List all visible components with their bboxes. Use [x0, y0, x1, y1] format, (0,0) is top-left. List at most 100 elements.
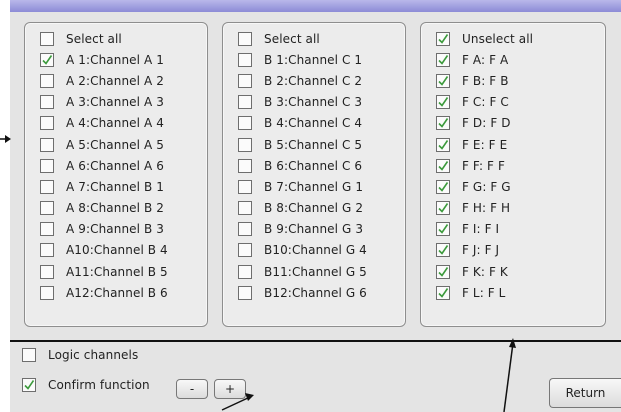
checkbox-row[interactable]: F B: F B	[421, 70, 605, 91]
checkbox-row[interactable]: F J: F J	[421, 240, 605, 261]
checkbox-row[interactable]: F C: F C	[421, 92, 605, 113]
logic-channels-checkbox[interactable]	[22, 348, 36, 362]
channel-checkbox[interactable]	[436, 52, 450, 67]
channel-checkbox[interactable]	[238, 179, 252, 194]
channel-checkbox[interactable]	[238, 95, 252, 110]
checkbox-row[interactable]: B 5:Channel C 5	[223, 134, 405, 155]
channel-label: F F: F F	[462, 158, 505, 173]
checkbox-row[interactable]: A12:Channel B 6	[25, 282, 207, 303]
checkbox-row[interactable]: F A: F A	[421, 49, 605, 70]
checkbox-row[interactable]: A 9:Channel B 3	[25, 219, 207, 240]
select-all-checkbox[interactable]	[436, 31, 450, 46]
title-bar	[10, 0, 621, 12]
channel-checkbox[interactable]	[238, 222, 252, 237]
channel-checkbox[interactable]	[40, 264, 54, 279]
channel-checkbox[interactable]	[238, 73, 252, 88]
channel-checkbox[interactable]	[238, 116, 252, 131]
channel-checkbox[interactable]	[436, 73, 450, 88]
checkbox-row[interactable]: F L: F L	[421, 282, 605, 303]
select-all-checkbox[interactable]	[238, 31, 252, 46]
channel-checkbox[interactable]	[40, 243, 54, 258]
channel-checkbox[interactable]	[238, 243, 252, 258]
channel-checkbox[interactable]	[40, 116, 54, 131]
channel-label: B 4:Channel C 4	[264, 116, 363, 131]
select-all-checkbox[interactable]	[40, 31, 54, 46]
checkbox-row[interactable]: F D: F D	[421, 113, 605, 134]
checkbox-row[interactable]: B 6:Channel C 6	[223, 155, 405, 176]
channel-checkbox[interactable]	[40, 201, 54, 216]
channel-checkbox[interactable]	[436, 137, 450, 152]
channel-label: F H: F H	[462, 201, 511, 216]
checkbox-row[interactable]: B11:Channel G 5	[223, 261, 405, 282]
checkbox-row[interactable]: B 7:Channel G 1	[223, 176, 405, 197]
channel-checkbox[interactable]	[436, 243, 450, 258]
channel-checkbox[interactable]	[436, 179, 450, 194]
checkbox-row[interactable]: F F: F F	[421, 155, 605, 176]
channel-checkbox[interactable]	[238, 201, 252, 216]
check-icon	[438, 54, 449, 65]
checkbox-row[interactable]: B10:Channel G 4	[223, 240, 405, 261]
channel-checkbox[interactable]	[436, 264, 450, 279]
decrease-button[interactable]: -	[176, 379, 208, 399]
checkbox-row[interactable]: B 9:Channel G 3	[223, 219, 405, 240]
checkbox-row[interactable]: F I: F I	[421, 219, 605, 240]
checkbox-row[interactable]: F G: F G	[421, 176, 605, 197]
channel-label: B 5:Channel C 5	[264, 137, 363, 152]
checkbox-row[interactable]: A 5:Channel A 5	[25, 134, 207, 155]
checkbox-row[interactable]: Select all	[25, 28, 207, 49]
channel-checkbox[interactable]	[436, 285, 450, 300]
checkbox-row[interactable]: Select all	[223, 28, 405, 49]
channel-checkbox[interactable]	[238, 264, 252, 279]
checkbox-row[interactable]: A 6:Channel A 6	[25, 155, 207, 176]
checkbox-row[interactable]: F H: F H	[421, 198, 605, 219]
channel-checkbox[interactable]	[40, 222, 54, 237]
channel-checkbox[interactable]	[238, 285, 252, 300]
channel-checkbox[interactable]	[436, 222, 450, 237]
checkbox-row[interactable]: B 2:Channel C 2	[223, 70, 405, 91]
confirm-function-checkbox[interactable]	[22, 378, 36, 392]
channel-checkbox[interactable]	[40, 73, 54, 88]
select-all-label: Select all	[66, 31, 122, 46]
channel-checkbox[interactable]	[436, 116, 450, 131]
channel-checkbox[interactable]	[40, 95, 54, 110]
channel-checkbox[interactable]	[238, 158, 252, 173]
channel-checkbox[interactable]	[238, 52, 252, 67]
checkbox-row[interactable]: A11:Channel B 5	[25, 261, 207, 282]
channel-label: A11:Channel B 5	[66, 264, 168, 279]
checkbox-row[interactable]: A 8:Channel B 2	[25, 198, 207, 219]
channel-checkbox[interactable]	[436, 95, 450, 110]
checkbox-row[interactable]: A 3:Channel A 3	[25, 92, 207, 113]
checkbox-row[interactable]: A 2:Channel A 2	[25, 70, 207, 91]
checkbox-row[interactable]: B 3:Channel C 3	[223, 92, 405, 113]
channel-checkbox[interactable]	[40, 137, 54, 152]
checkbox-row[interactable]: Unselect all	[421, 28, 605, 49]
channel-checkbox[interactable]	[436, 201, 450, 216]
checkbox-row[interactable]: A10:Channel B 4	[25, 240, 207, 261]
channel-label: B 3:Channel C 3	[264, 95, 363, 110]
channel-checkbox[interactable]	[238, 137, 252, 152]
channel-label: A 1:Channel A 1	[66, 52, 164, 67]
confirm-function-option[interactable]: Confirm function	[22, 378, 150, 392]
checkbox-row[interactable]: B12:Channel G 6	[223, 282, 405, 303]
channel-checkbox[interactable]	[40, 158, 54, 173]
checkbox-row[interactable]: A 4:Channel A 4	[25, 113, 207, 134]
check-icon	[438, 118, 449, 129]
channel-checkbox[interactable]	[40, 179, 54, 194]
check-icon	[438, 287, 449, 298]
channel-checkbox[interactable]	[40, 52, 54, 67]
checkbox-row[interactable]: B 1:Channel C 1	[223, 49, 405, 70]
logic-channels-option[interactable]: Logic channels	[22, 348, 138, 362]
checkbox-row[interactable]: B 8:Channel G 2	[223, 198, 405, 219]
increase-button[interactable]: +	[214, 379, 246, 399]
checkbox-row[interactable]: F K: F K	[421, 261, 605, 282]
checkbox-row[interactable]: F E: F E	[421, 134, 605, 155]
return-button[interactable]: Return	[549, 378, 621, 408]
channel-checkbox[interactable]	[436, 158, 450, 173]
check-icon	[438, 33, 449, 44]
checkbox-row[interactable]: A 7:Channel B 1	[25, 176, 207, 197]
channel-label: F I: F I	[462, 222, 500, 237]
checkbox-row[interactable]: A 1:Channel A 1	[25, 49, 207, 70]
channel-checkbox[interactable]	[40, 285, 54, 300]
channel-label: B12:Channel G 6	[264, 285, 367, 300]
checkbox-row[interactable]: B 4:Channel C 4	[223, 113, 405, 134]
